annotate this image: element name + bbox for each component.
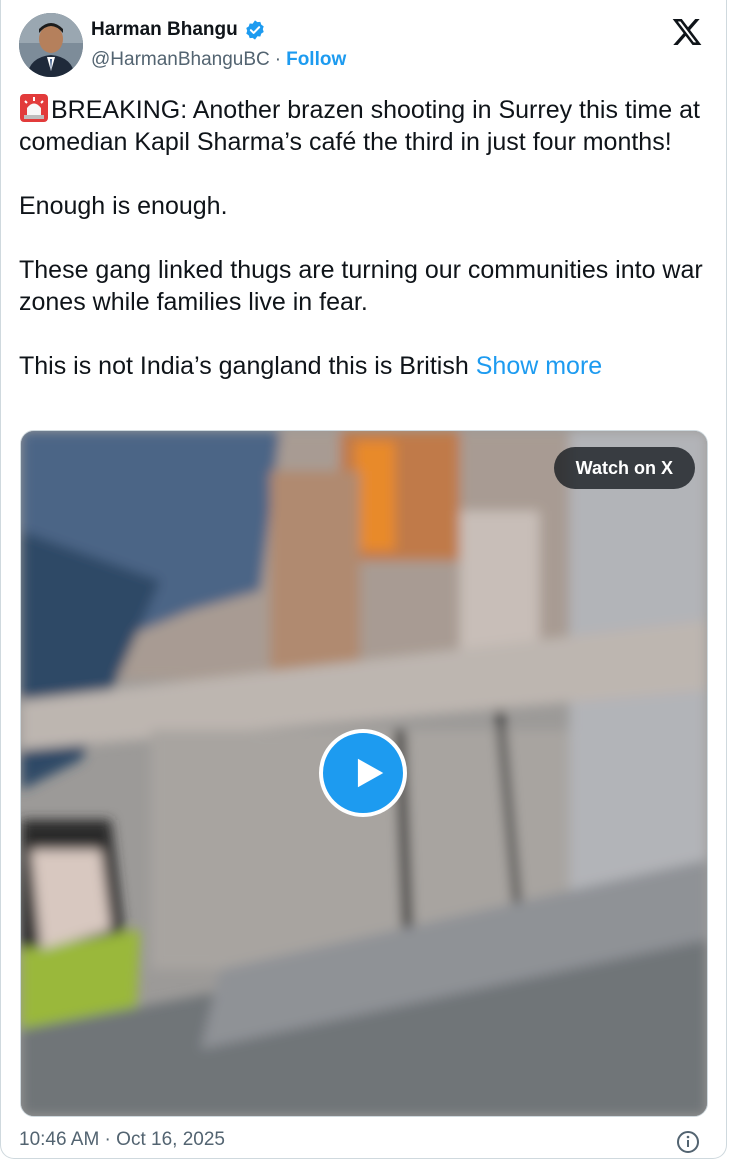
- avatar-photo: [19, 13, 83, 77]
- tweet-timestamp[interactable]: 10:46 AM · Oct 16, 2025: [19, 1129, 225, 1151]
- tweet-paragraph-4: This is not India’s gangland this is Bri…: [19, 350, 709, 382]
- author-handle[interactable]: @HarmanBhanguBC: [91, 49, 270, 71]
- verified-badge-icon: [246, 20, 264, 40]
- author-name-row: Harman Bhangu: [91, 19, 266, 41]
- separator-dot: ·: [274, 49, 282, 70]
- x-logo-icon[interactable]: [670, 16, 704, 48]
- author-handle-row: @HarmanBhanguBC · Follow: [91, 49, 346, 71]
- show-more-link[interactable]: Show more: [476, 352, 602, 380]
- tweet-paragraph-2: Enough is enough.: [19, 192, 228, 220]
- follow-button[interactable]: Follow: [286, 49, 346, 71]
- tweet-text: BREAKING: Another brazen shooting in Sur…: [19, 93, 709, 382]
- tweet-paragraph-1: BREAKING: Another brazen shooting in Sur…: [19, 93, 709, 158]
- watch-on-x-button[interactable]: Watch on X: [553, 447, 695, 489]
- avatar[interactable]: [19, 13, 83, 77]
- tweet-card: Harman Bhangu @HarmanBhanguBC · Follow B…: [0, 0, 727, 1159]
- tweet-paragraph-3: These gang linked thugs are turning our …: [19, 256, 703, 316]
- rotating-light-emoji-icon: [20, 94, 48, 122]
- play-icon: [357, 758, 384, 788]
- video-player[interactable]: Watch on X: [20, 430, 708, 1117]
- tweet-paragraph-4-text: This is not India’s gangland this is Bri…: [19, 352, 469, 380]
- tweet-paragraph-1-text: BREAKING: Another brazen shooting in Sur…: [19, 96, 700, 156]
- author-name[interactable]: Harman Bhangu: [91, 19, 238, 41]
- info-icon[interactable]: [676, 1130, 700, 1154]
- play-button[interactable]: [319, 729, 407, 817]
